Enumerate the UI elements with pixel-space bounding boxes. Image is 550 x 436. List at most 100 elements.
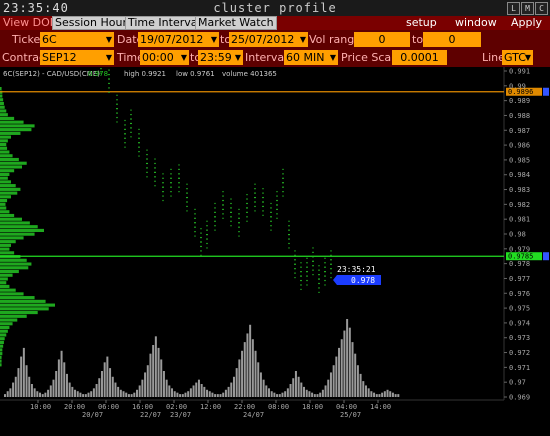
line-select[interactable]: GTC ▼ — [502, 50, 533, 65]
profile-bar — [0, 251, 15, 255]
volume-bar — [87, 392, 90, 397]
time-from-select[interactable]: 00:00 ▼ — [140, 50, 189, 65]
cluster-dot — [214, 216, 216, 218]
time-to-select[interactable]: 23:59 ▼ — [198, 50, 243, 65]
chart-canvas[interactable]: 6C(SEP12) - CAD/USD(CME) 0.978 high 0.99… — [0, 67, 550, 436]
cluster-dot — [162, 173, 164, 175]
volume-bar — [192, 385, 195, 397]
profile-bar — [0, 135, 11, 139]
date-from-select[interactable]: 19/07/2012 ▼ — [138, 32, 219, 47]
cluster-dot — [282, 195, 284, 197]
volume-bar — [348, 327, 351, 397]
vol-to-input[interactable]: 0 — [423, 32, 481, 47]
cluster-dot — [186, 210, 188, 212]
cluster-dot — [306, 266, 308, 268]
profile-bar — [0, 116, 15, 120]
interval-select[interactable]: 60 MIN ▼ — [284, 50, 338, 65]
price-tick-label: 0.972 — [509, 349, 530, 357]
contract-select[interactable]: SEP12 ▼ — [40, 50, 114, 65]
cluster-dot — [206, 229, 208, 231]
price-tick-label: 0.985 — [509, 156, 530, 164]
cluster-dot — [222, 213, 224, 215]
menu-time-interval[interactable]: Time Interval — [125, 16, 204, 30]
volume-bar — [92, 388, 95, 397]
date-label: 20/07 — [82, 411, 103, 419]
volume-bar — [95, 384, 98, 397]
window-button-c[interactable]: C — [535, 2, 548, 15]
volume-bar — [375, 394, 378, 397]
cluster-chart[interactable]: 6C(SEP12) - CAD/USD(CME) 0.978 high 0.99… — [0, 67, 550, 436]
title-bar: 23:35:40 cluster profile L M C — [0, 0, 550, 17]
controls-row-1: Ticker 6C ▼ Date 19/07/2012 ▼ to 25/07/2… — [0, 30, 550, 50]
volume-bar — [389, 391, 392, 397]
profile-bar — [0, 281, 7, 285]
cluster-dot — [170, 191, 172, 193]
menu-session-hours[interactable]: Session Hours — [52, 16, 136, 30]
cluster-dot — [276, 195, 278, 197]
cluster-dot — [124, 124, 126, 126]
price-tick-label: 0.977 — [509, 275, 530, 283]
cluster-dot — [312, 274, 314, 276]
date-label: 23/07 — [170, 411, 191, 419]
profile-bar — [0, 98, 4, 102]
cluster-dot — [108, 69, 110, 71]
profile-bar — [0, 318, 18, 322]
cluster-dot — [300, 279, 302, 282]
cluster-dot — [300, 275, 302, 277]
cluster-dot — [254, 201, 256, 203]
volume-bar — [68, 382, 71, 397]
cluster-dot — [230, 202, 232, 205]
volume-bar — [144, 372, 147, 397]
menu-window[interactable]: window — [453, 16, 499, 30]
cluster-dot — [116, 94, 118, 96]
cluster-dot — [116, 103, 118, 105]
volume-bar — [270, 391, 273, 397]
cluster-dot — [288, 247, 290, 249]
volume-bar — [125, 392, 128, 397]
marker-tag-end — [543, 87, 549, 96]
time-tick-label: 18:00 — [302, 403, 323, 411]
profile-bar — [0, 206, 7, 210]
menu-setup[interactable]: setup — [404, 16, 439, 30]
cluster-dot — [282, 168, 284, 170]
cluster-dot — [200, 245, 202, 248]
window-button-l[interactable]: L — [507, 2, 520, 15]
cluster-dot — [246, 216, 248, 218]
cluster-dot — [288, 229, 290, 231]
cluster-dot — [306, 271, 308, 273]
price-scale-input[interactable]: 0.0001 — [392, 50, 447, 65]
profile-bar — [0, 87, 2, 91]
cluster-dot — [324, 284, 326, 286]
ticker-select[interactable]: 6C ▼ — [40, 32, 114, 47]
symbol-text: 6C(SEP12) - CAD/USD(CME) — [3, 70, 100, 78]
cluster-dot — [178, 173, 180, 175]
cluster-dot — [146, 158, 148, 160]
menu-market-watch[interactable]: Market Watch — [195, 16, 277, 30]
volume-bar — [227, 386, 230, 397]
volume-bar — [154, 336, 157, 397]
volume-bar — [354, 353, 357, 397]
cluster-dot — [108, 78, 110, 80]
volume-bar — [100, 371, 103, 397]
volume-bar — [136, 389, 138, 397]
volume-bar — [109, 368, 112, 397]
cluster-dot — [124, 119, 126, 122]
cluster-dot — [282, 191, 284, 193]
menu-apply[interactable]: Apply — [509, 16, 544, 30]
vol-from-input[interactable]: 0 — [354, 32, 410, 47]
cluster-dot — [270, 202, 272, 205]
profile-bar — [0, 262, 32, 266]
window-button-m[interactable]: M — [521, 2, 534, 15]
date-label: 25/07 — [340, 411, 361, 419]
volume-bar — [254, 350, 257, 397]
cluster-dot — [170, 168, 172, 170]
cluster-dot — [254, 205, 256, 208]
cluster-dot — [230, 198, 232, 200]
volume-bar — [119, 389, 122, 397]
ticker-value: 6C — [42, 33, 57, 46]
volume-bar — [90, 391, 93, 397]
volume-bar — [98, 378, 101, 397]
date-to-select[interactable]: 25/07/2012 ▼ — [229, 32, 308, 47]
cluster-dot — [186, 188, 188, 190]
chevron-down-icon: ▼ — [210, 35, 217, 44]
